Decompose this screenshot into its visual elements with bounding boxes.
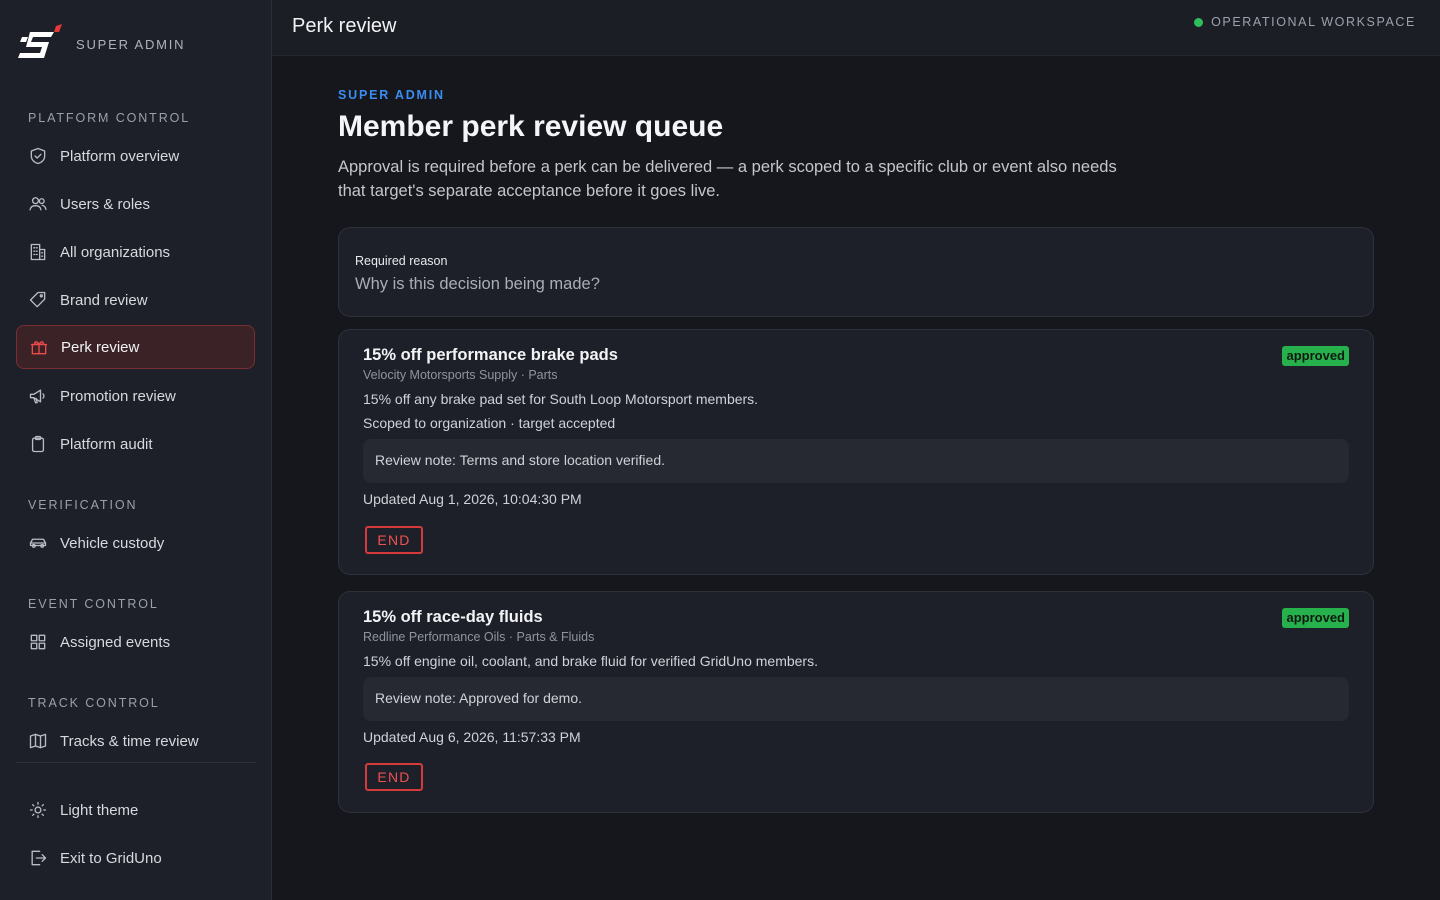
reason-label: Required reason (355, 254, 448, 268)
sidebar-item-label: Promotion review (60, 387, 176, 405)
sidebar: SUPER ADMIN PLATFORM CONTROL Platform ov… (0, 0, 272, 900)
perk-scope: Scoped to organization · target accepted (363, 415, 616, 431)
map-icon (28, 731, 48, 751)
end-perk-button[interactable]: END (365, 526, 423, 554)
gridUno-logo-icon (18, 24, 62, 58)
sidebar-item-assigned-events[interactable]: Assigned events (16, 620, 255, 664)
perk-title: 15% off performance brake pads (363, 346, 618, 364)
eyebrow: SUPER ADMIN (338, 88, 445, 102)
page-description: Approval is required before a perk can b… (338, 158, 1117, 200)
status-dot-icon (1194, 17, 1204, 27)
perk-card: 15% off race-day fluids Redline Performa… (338, 591, 1374, 813)
workspace-status: OPERATIONAL WORKSPACE (1194, 15, 1416, 29)
tag-icon (28, 290, 48, 310)
status-badge: approved (1282, 608, 1349, 628)
brand-label: SUPER ADMIN (76, 36, 186, 52)
section-track-control: TRACK CONTROL (28, 696, 160, 710)
section-verification: VERIFICATION (28, 498, 138, 512)
workspace-label: OPERATIONAL WORKSPACE (1211, 15, 1416, 29)
brand[interactable]: SUPER ADMIN (16, 24, 185, 64)
sidebar-item-all-organizations[interactable]: All organizations (16, 230, 255, 274)
shield-check-icon (28, 146, 48, 166)
sidebar-item-label: Exit to GridUno (60, 849, 162, 867)
page-heading: Perk review (292, 15, 397, 37)
perk-updated: Updated Aug 6, 2026, 11:57:33 PM (363, 729, 581, 745)
megaphone-icon (28, 386, 48, 406)
perk-updated: Updated Aug 1, 2026, 10:04:30 PM (363, 491, 582, 507)
users-icon (28, 194, 48, 214)
perk-subtitle: Redline Performance Oils · Parts & Fluid… (363, 630, 595, 644)
reason-input[interactable] (355, 272, 1355, 296)
perk-title: 15% off race-day fluids (363, 608, 543, 626)
sidebar-item-vehicle-custody[interactable]: Vehicle custody (16, 521, 255, 565)
review-note: Review note: Approved for demo. (363, 677, 1349, 721)
sidebar-item-label: Light theme (60, 801, 139, 819)
exit-to-griduno-link[interactable]: Exit to GridUno (16, 836, 255, 880)
end-perk-button[interactable]: END (365, 763, 423, 791)
perk-card: 15% off performance brake pads Velocity … (338, 329, 1374, 575)
section-platform-control: PLATFORM CONTROL (28, 111, 191, 125)
topbar: Perk review OPERATIONAL WORKSPACE (272, 0, 1440, 56)
clipboard-icon (28, 434, 48, 454)
sidebar-item-platform-audit[interactable]: Platform audit (16, 422, 255, 466)
sidebar-divider (16, 762, 256, 763)
exit-icon (28, 848, 48, 868)
sidebar-item-label: Platform audit (60, 435, 153, 453)
gift-icon (29, 337, 49, 357)
car-icon (28, 533, 48, 553)
sidebar-item-platform-overview[interactable]: Platform overview (16, 134, 255, 178)
sidebar-item-promotion-review[interactable]: Promotion review (16, 374, 255, 418)
sidebar-item-label: Tracks & time review (60, 732, 199, 750)
light-theme-toggle[interactable]: Light theme (16, 788, 255, 832)
sidebar-item-perk-review[interactable]: Perk review (16, 325, 255, 369)
sidebar-item-label: Assigned events (60, 633, 171, 651)
status-badge: approved (1282, 346, 1349, 366)
sidebar-item-tracks-time-review[interactable]: Tracks & time review (16, 719, 255, 763)
grid-icon (28, 632, 48, 652)
sidebar-item-label: Platform overview (60, 147, 180, 165)
perk-subtitle: Velocity Motorsports Supply · Parts (363, 368, 558, 382)
sidebar-item-label: All organizations (60, 243, 171, 261)
sidebar-item-label: Vehicle custody (60, 534, 165, 552)
sidebar-item-label: Perk review (61, 338, 140, 356)
sidebar-item-label: Brand review (60, 291, 148, 309)
building-icon (28, 242, 48, 262)
section-event-control: EVENT CONTROL (28, 597, 159, 611)
page-title: Member perk review queue (338, 110, 724, 143)
review-note: Review note: Terms and store location ve… (363, 439, 1349, 483)
sidebar-item-brand-review[interactable]: Brand review (16, 278, 255, 322)
sun-icon (28, 800, 48, 820)
sidebar-item-label: Users & roles (60, 195, 151, 213)
sidebar-item-users-roles[interactable]: Users & roles (16, 182, 255, 226)
perk-description: 15% off any brake pad set for South Loop… (363, 391, 759, 407)
perk-description: 15% off engine oil, coolant, and brake f… (363, 653, 818, 669)
reason-card: Required reason (338, 227, 1374, 317)
